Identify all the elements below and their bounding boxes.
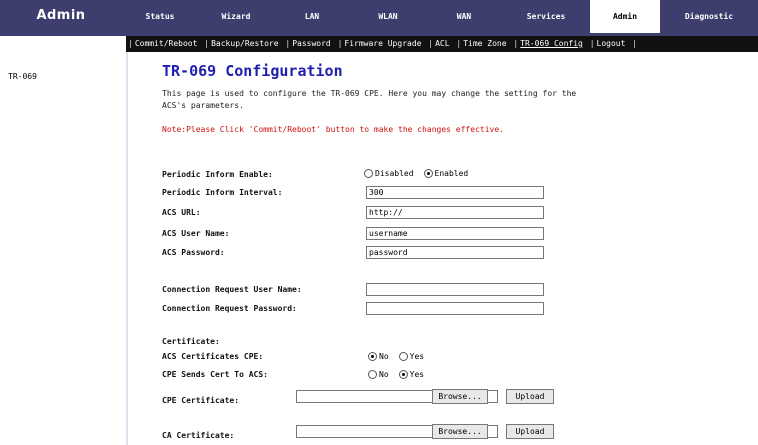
main-tabs: Status Wizard LAN WLAN WAN Services Admi… <box>122 0 758 36</box>
tab-wan[interactable]: WAN <box>426 0 502 36</box>
acs-password-input[interactable] <box>366 246 544 259</box>
cpe-sends-cert-radios: No Yes <box>368 370 424 379</box>
submenu-logout[interactable]: Logout <box>597 39 626 48</box>
admin-submenu: | Commit/Reboot | Backup/Restore | Password… <box>126 36 758 52</box>
periodic-inform-enable-radios: Disabled Enabled <box>364 169 468 178</box>
submenu-commit-reboot[interactable]: Commit/Reboot <box>135 39 198 48</box>
tab-diagnostic[interactable]: Diagnostic <box>660 0 758 36</box>
tab-wlan[interactable]: WLAN <box>350 0 426 36</box>
ca-certificate-label: CA Certificate: <box>162 431 235 440</box>
periodic-inform-disabled-radio[interactable]: Disabled <box>364 169 414 178</box>
periodic-inform-enabled-label: Enabled <box>434 169 469 178</box>
top-navigation-bar: Admin Status Wizard LAN WLAN WAN Service… <box>0 0 758 36</box>
radio-on-icon <box>398 370 408 379</box>
periodic-inform-enable-label: Periodic Inform Enable: <box>162 170 273 179</box>
acs-user-name-label: ACS User Name: <box>162 229 230 238</box>
acs-password-label: ACS Password: <box>162 248 225 257</box>
periodic-inform-enabled-radio[interactable]: Enabled <box>423 169 469 178</box>
commit-note: Note:Please Click 'Commit/Reboot' button… <box>162 125 504 134</box>
radio-on-icon <box>423 169 433 178</box>
page-title: TR-069 Configuration <box>162 62 343 80</box>
submenu-password[interactable]: Password <box>292 39 331 48</box>
cpe-sends-cert-no-label: No <box>379 370 389 379</box>
acs-cert-cpe-label: ACS Certificates CPE: <box>162 352 264 361</box>
cpe-sends-cert-yes-radio[interactable]: Yes <box>398 370 425 379</box>
tab-wizard[interactable]: Wizard <box>198 0 274 36</box>
tab-admin[interactable]: Admin <box>590 0 660 33</box>
ca-certificate-browse-button[interactable]: Browse... <box>432 424 488 439</box>
acs-cert-cpe-yes-radio[interactable]: Yes <box>398 352 425 361</box>
acs-url-label: ACS URL: <box>162 208 201 217</box>
periodic-inform-interval-input[interactable] <box>366 186 544 199</box>
tab-lan[interactable]: LAN <box>274 0 350 36</box>
submenu-tr069-config[interactable]: TR-069 Config <box>520 39 583 48</box>
submenu-firmware-upgrade[interactable]: Firmware Upgrade <box>344 39 421 48</box>
radio-on-icon <box>368 352 377 361</box>
main-content: TR-069 Configuration This page is used t… <box>128 52 758 445</box>
submenu-acl[interactable]: ACL <box>435 39 449 48</box>
ca-certificate-upload-button[interactable]: Upload <box>506 424 554 439</box>
conn-req-password-label: Connection Request Password: <box>162 304 297 313</box>
sidebar-item-tr069[interactable]: TR-069 <box>8 72 37 81</box>
cpe-sends-cert-label: CPE Sends Cert To ACS: <box>162 370 268 379</box>
cpe-certificate-upload-button[interactable]: Upload <box>506 389 554 404</box>
acs-cert-cpe-yes-label: Yes <box>409 352 425 361</box>
periodic-inform-disabled-label: Disabled <box>375 169 414 178</box>
acs-user-name-input[interactable] <box>366 227 544 240</box>
app-title: Admin <box>36 8 86 23</box>
sidebar: TR-069 <box>0 52 128 445</box>
cpe-certificate-label: CPE Certificate: <box>162 396 240 405</box>
radio-off-icon <box>398 352 408 361</box>
certificate-heading: Certificate: <box>162 337 220 346</box>
conn-req-user-name-input[interactable] <box>366 283 544 296</box>
acs-cert-cpe-no-radio[interactable]: No <box>368 352 389 361</box>
cpe-sends-cert-yes-label: Yes <box>409 370 425 379</box>
cpe-certificate-browse-button[interactable]: Browse... <box>432 389 488 404</box>
tab-status[interactable]: Status <box>122 0 198 36</box>
conn-req-user-name-label: Connection Request User Name: <box>162 285 302 294</box>
periodic-inform-interval-label: Periodic Inform Interval: <box>162 188 283 197</box>
radio-off-icon <box>368 370 377 379</box>
submenu-backup-restore[interactable]: Backup/Restore <box>211 39 278 48</box>
tab-services[interactable]: Services <box>502 0 590 36</box>
submenu-time-zone[interactable]: Time Zone <box>463 39 506 48</box>
acs-url-input[interactable] <box>366 206 544 219</box>
acs-cert-cpe-radios: No Yes <box>368 352 424 361</box>
page-description: This page is used to configure the TR-06… <box>162 89 577 110</box>
cpe-sends-cert-no-radio[interactable]: No <box>368 370 389 379</box>
acs-cert-cpe-no-label: No <box>379 352 389 361</box>
conn-req-password-input[interactable] <box>366 302 544 315</box>
radio-off-icon <box>364 169 373 178</box>
